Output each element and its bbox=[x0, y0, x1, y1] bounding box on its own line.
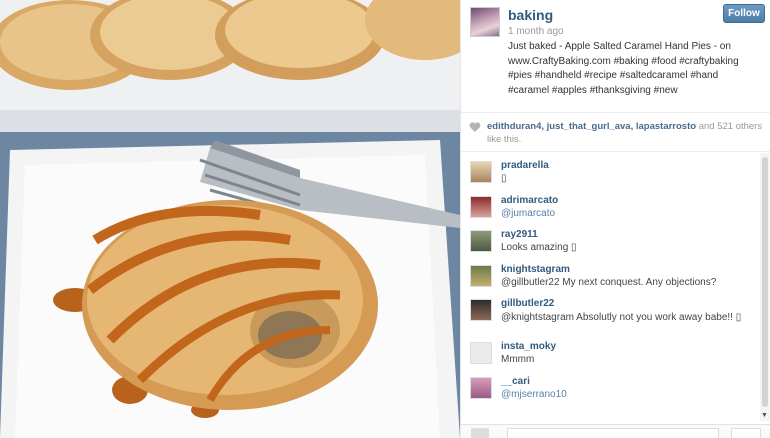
post-username[interactable]: baking bbox=[508, 7, 553, 23]
post-time: 1 month ago bbox=[508, 26, 564, 37]
scroll-down-icon[interactable]: ▼ bbox=[761, 412, 768, 419]
list-item: __cari @mjserrano10 bbox=[461, 369, 761, 404]
post-side-panel: baking 1 month ago Just baked - Apple Sa… bbox=[460, 0, 770, 438]
comment-username[interactable]: ray2911 bbox=[501, 222, 761, 240]
avatar[interactable] bbox=[470, 264, 492, 287]
photo-illustration bbox=[0, 0, 460, 438]
avatar[interactable] bbox=[470, 7, 500, 37]
comments-list: pradarella ▯ adrimarcato @jumarcato ray2… bbox=[461, 153, 761, 421]
comment-text: @gillbutler22 My next conquest. Any obje… bbox=[501, 276, 717, 288]
comment-username[interactable]: insta_moky bbox=[501, 334, 761, 352]
list-item: gillbutler22 @knightstagram Absolutly no… bbox=[461, 291, 761, 334]
comment-text: Looks amazing ▯ bbox=[501, 242, 577, 253]
comment-input[interactable] bbox=[507, 428, 719, 438]
comment-username[interactable]: pradarella bbox=[501, 153, 761, 171]
comment-username[interactable]: adrimarcato bbox=[501, 188, 761, 206]
comment-footer bbox=[461, 424, 770, 438]
avatar[interactable] bbox=[470, 342, 492, 364]
comments-scrollbar[interactable]: ▼ bbox=[760, 153, 770, 421]
likes-and: and bbox=[698, 121, 715, 132]
avatar[interactable] bbox=[470, 195, 492, 218]
list-item: insta_moky Mmmm bbox=[461, 334, 761, 369]
post-header: baking 1 month ago Just baked - Apple Sa… bbox=[461, 0, 770, 112]
like-button[interactable] bbox=[471, 428, 489, 438]
likes-users[interactable]: edithduran4, just_that_gurl_ava, lapasta… bbox=[487, 121, 696, 132]
comment-text: Mmmm bbox=[501, 354, 535, 365]
avatar[interactable] bbox=[470, 161, 492, 183]
more-options-button[interactable] bbox=[731, 428, 761, 438]
heart-icon bbox=[469, 122, 481, 132]
likes-summary: edithduran4, just_that_gurl_ava, lapasta… bbox=[461, 112, 770, 152]
comment-username[interactable]: knightstagram bbox=[501, 257, 761, 275]
avatar[interactable] bbox=[470, 299, 492, 321]
avatar[interactable] bbox=[470, 376, 492, 399]
list-item: adrimarcato @jumarcato bbox=[461, 188, 761, 223]
post-photo[interactable] bbox=[0, 0, 460, 438]
follow-button[interactable]: Follow bbox=[723, 4, 765, 23]
avatar[interactable] bbox=[470, 230, 492, 252]
comment-text[interactable]: @jumarcato bbox=[501, 206, 761, 219]
post-caption: Just baked - Apple Salted Caramel Hand P… bbox=[508, 41, 739, 96]
comment-username[interactable]: __cari bbox=[501, 369, 761, 387]
comment-text: @knightstagram Absolutly not you work aw… bbox=[501, 312, 742, 323]
list-item: ray2911 Looks amazing ▯ bbox=[461, 222, 761, 257]
comment-text: ▯ bbox=[501, 173, 507, 184]
list-item: knightstagram @gillbutler22 My next conq… bbox=[461, 257, 761, 292]
comment-username[interactable]: gillbutler22 bbox=[501, 291, 761, 309]
comment-text[interactable]: @mjserrano10 bbox=[501, 387, 761, 400]
scroll-thumb[interactable] bbox=[762, 157, 768, 407]
list-item: pradarella ▯ bbox=[461, 153, 761, 188]
